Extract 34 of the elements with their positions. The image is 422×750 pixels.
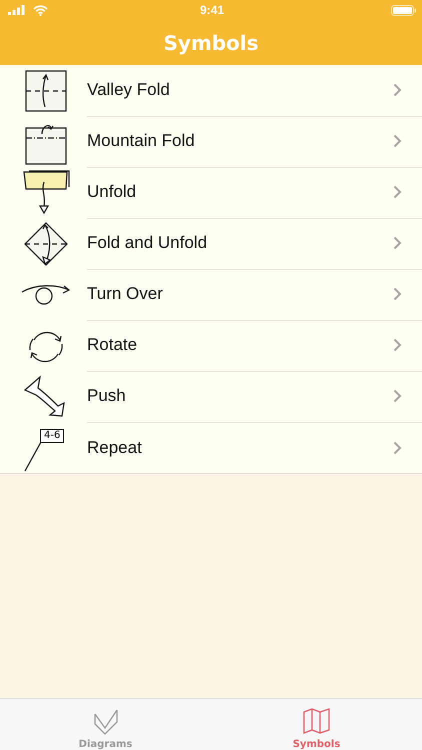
signal-icon [8, 5, 25, 15]
map-icon [302, 706, 332, 736]
step-label: 4-6 [40, 428, 64, 442]
symbol-label: Valley Fold [87, 80, 171, 100]
circle-arrow-icon [21, 284, 71, 306]
wifi-icon [33, 4, 48, 16]
symbol-row[interactable]: Unfold [0, 167, 422, 218]
symbol-row[interactable]: Turn Over [0, 269, 422, 320]
symbol-row[interactable]: Valley Fold [0, 65, 422, 116]
symbol-row[interactable]: Rotate [0, 320, 422, 371]
chevron-icon [393, 236, 402, 250]
symbol-row[interactable]: Mountain Fold [0, 116, 422, 167]
chevron-icon [393, 287, 402, 301]
battery-icon [391, 4, 416, 16]
nav-title: Symbols [163, 30, 259, 54]
symbol-label: Mountain Fold [87, 131, 196, 151]
chevron-icon [393, 134, 402, 148]
symbol-label: Fold and Unfold [87, 233, 208, 253]
chevron-icon [393, 185, 402, 199]
chevron-icon [393, 338, 402, 352]
status-time: 9:41 [200, 3, 224, 17]
leader-line [24, 442, 42, 472]
chevron-icon [393, 83, 402, 97]
symbol-row[interactable]: Push [0, 371, 422, 422]
symbol-label: Push [87, 386, 127, 406]
symbol-row[interactable]: Fold and Unfold [0, 218, 422, 269]
symbol-row[interactable]: 4-6 Repeat [0, 422, 422, 473]
chevron-icon [393, 440, 402, 454]
symbol-label: Turn Over [87, 284, 164, 304]
chevron-icon [393, 389, 402, 403]
symbol-label: Rotate [87, 335, 138, 355]
folded-paper-icon [21, 168, 71, 216]
symbol-label: Repeat [87, 438, 143, 458]
symbol-label: Unfold [87, 182, 138, 202]
